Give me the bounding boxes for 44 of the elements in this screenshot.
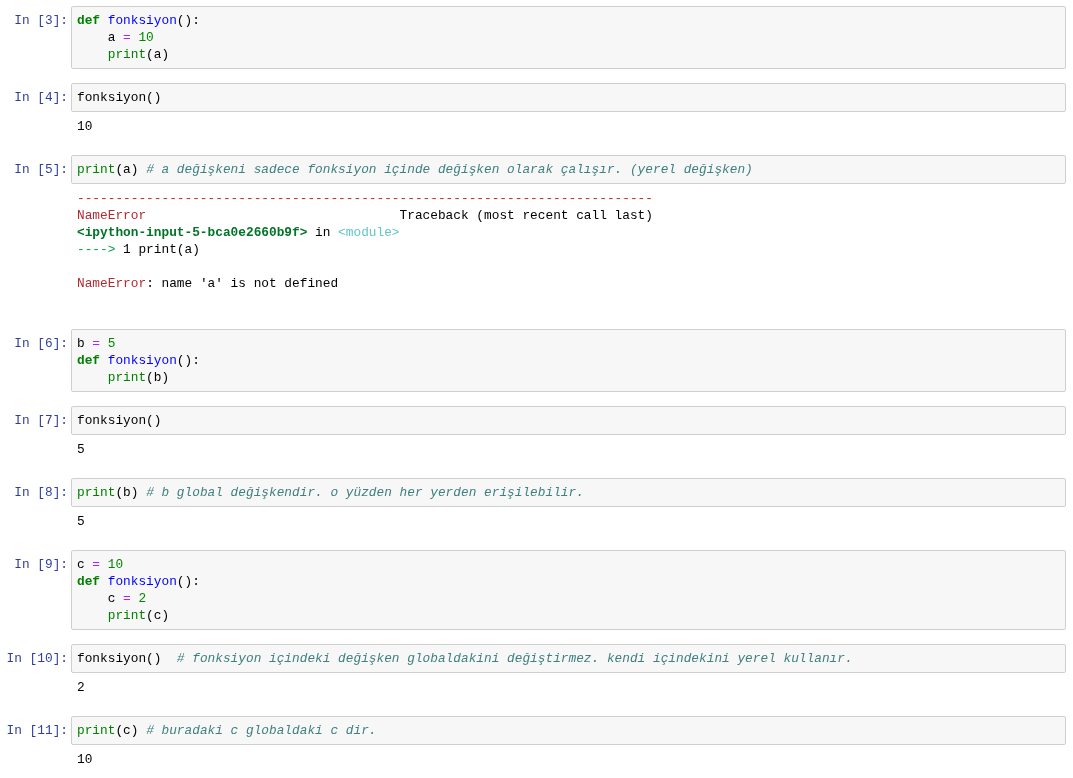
code-input-field[interactable]: b = 5 def fonksiyon(): print(b) [71,329,1066,392]
code-input-field[interactable]: c = 10 def fonksiyon(): c = 2 print(c) [71,550,1066,630]
code-line: c = 2 [107,590,147,607]
code-line: print(b) [107,369,170,386]
code-line: a = 10 [107,29,154,46]
code-line: fonksiyon() [77,412,162,429]
cell-prompt: In [6]: [14,335,69,352]
cell-prompt: In [7]: [14,412,69,429]
cell-prompt: In [9]: [14,556,69,573]
code-input-field[interactable]: fonksiyon() [71,406,1066,435]
traceback-line: ----> 1 print(a) [77,241,200,258]
code-line: print(c) [107,607,170,624]
code-input-field[interactable]: fonksiyon() # fonksiyon içindeki değişken globaldakini değiştirmez. kendi içindekini yerel kullanır. [71,644,1066,673]
cell-prompt: In [3]: [14,12,69,29]
output-text: 2 [77,679,85,696]
code-line: def fonksiyon(): [77,12,200,29]
cell-prompt: In [10]: [6,650,69,667]
cell-prompt: In [11]: [6,722,69,739]
code-input-field[interactable]: def fonksiyon(): a = 10 print(a) [71,6,1066,69]
output-text: 10 [77,751,93,768]
cell-prompt: In [8]: [14,484,69,501]
code-input-field[interactable]: print(c) # buradaki c globaldaki c dir. [71,716,1066,745]
code-input-field[interactable]: print(b) # b global değişkendir. o yüzden her yerden erişilebilir. [71,478,1066,507]
code-input-field[interactable]: fonksiyon() [71,83,1066,112]
code-line: print(a) # a değişkeni sadece fonksiyon içinde değişken olarak çalışır. (yerel değişken) [77,161,753,178]
code-line: def fonksiyon(): [77,352,200,369]
code-input-field[interactable]: print(a) # a değişkeni sadece fonksiyon içinde değişken olarak çalışır. (yerel değişken) [71,155,1066,184]
cell-prompt: In [5]: [14,161,69,178]
output-text: 5 [77,513,85,530]
traceback-line: NameError: name 'a' is not defined [77,275,339,292]
cell-prompt: In [4]: [14,89,69,106]
traceback-line: --------------------------------------------------------------------------- [77,190,653,207]
code-line: print(c) # buradaki c globaldaki c dir. [77,722,377,739]
output-text: 5 [77,441,85,458]
traceback-line: NameError Traceback (most recent call last) [77,207,653,224]
code-line: print(b) # b global değişkendir. o yüzden her yerden erişilebilir. [77,484,584,501]
code-line: def fonksiyon(): [77,573,200,590]
code-line: fonksiyon() # fonksiyon içindeki değişken globaldakini değiştirmez. kendi içindekini yerel kullanır. [77,650,853,667]
code-line: b = 5 [77,335,116,352]
traceback-line: <ipython-input-5-bca0e2660b9f> in <module> [77,224,400,241]
code-line: c = 10 [77,556,124,573]
code-line: print(a) [107,46,170,63]
code-line: fonksiyon() [77,89,162,106]
output-text: 10 [77,118,93,135]
